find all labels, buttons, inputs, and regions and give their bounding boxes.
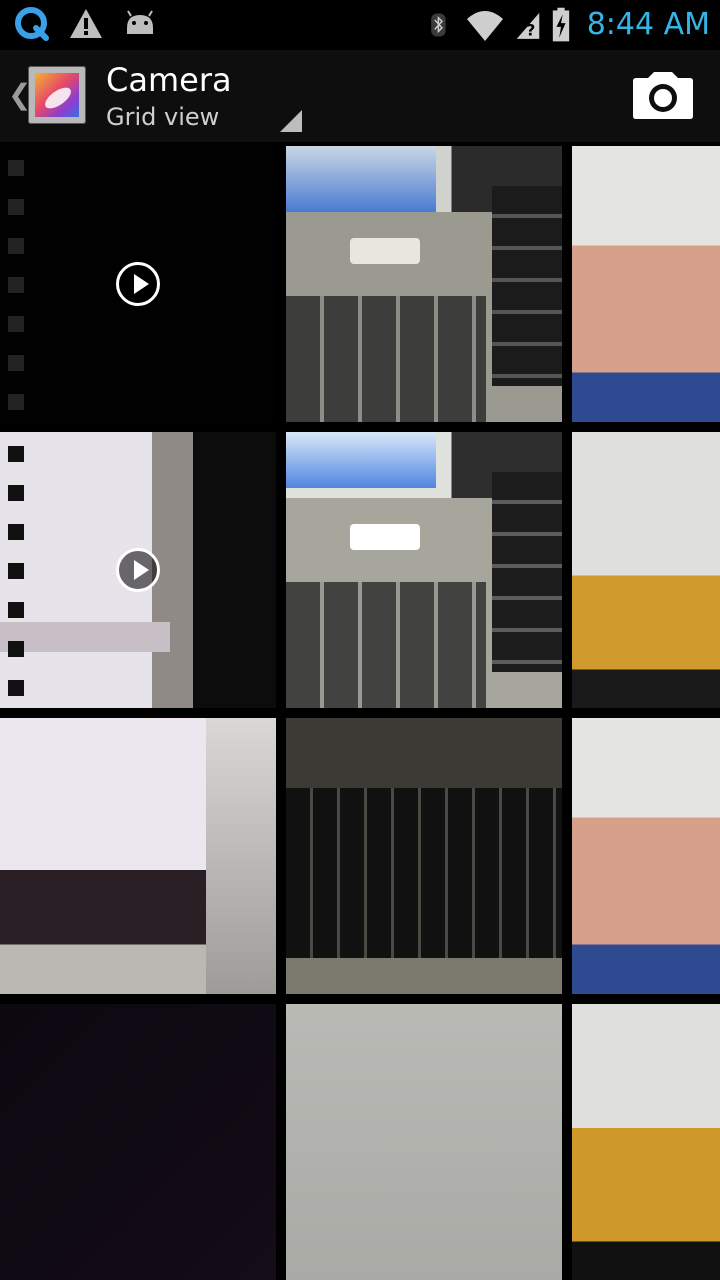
photo-thumbnail[interactable]: [572, 718, 720, 994]
photo-thumbnail[interactable]: [286, 146, 562, 422]
no-signal-icon: ?: [516, 12, 539, 39]
svg-text:?: ?: [526, 21, 535, 39]
photo-thumbnail[interactable]: [572, 432, 720, 708]
play-icon[interactable]: [116, 262, 160, 306]
photo-thumbnail[interactable]: [572, 1004, 720, 1280]
spinner-triangle-icon[interactable]: [280, 110, 302, 132]
android-icon: [127, 10, 153, 34]
photo-thumbnail[interactable]: [286, 1004, 562, 1280]
warning-icon: [70, 9, 102, 38]
photo-thumbnail[interactable]: [572, 146, 720, 422]
bluetooth-icon: [430, 13, 446, 37]
clock: 8:44 AM: [586, 7, 710, 42]
qik-icon: [15, 7, 49, 41]
status-bar: ? 8:44 AM: [0, 0, 720, 50]
action-bar: ❮ Camera Grid view: [0, 50, 720, 142]
photo-thumbnail[interactable]: [0, 718, 276, 994]
photo-thumbnail[interactable]: [286, 718, 562, 994]
photo-thumbnail[interactable]: [0, 1004, 276, 1280]
wifi-icon: [466, 11, 503, 41]
page-title: Camera: [106, 61, 232, 99]
gallery-app-icon[interactable]: [28, 66, 86, 124]
camera-icon[interactable]: [632, 70, 694, 122]
film-strip: [8, 160, 26, 422]
film-strip: [8, 446, 26, 708]
battery-charging-icon: [552, 7, 569, 42]
video-thumbnail[interactable]: [0, 432, 276, 708]
photo-thumbnail[interactable]: [286, 432, 562, 708]
view-mode-spinner[interactable]: Grid view: [106, 102, 219, 132]
play-icon[interactable]: [116, 548, 160, 592]
video-thumbnail[interactable]: [0, 146, 276, 422]
